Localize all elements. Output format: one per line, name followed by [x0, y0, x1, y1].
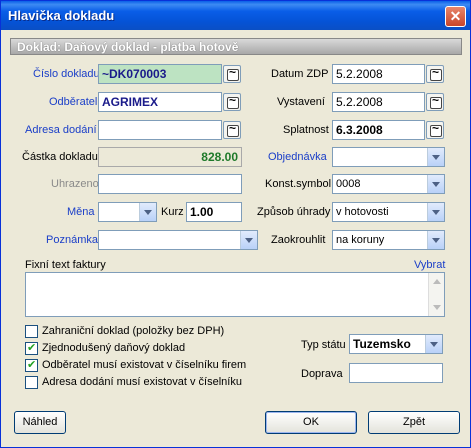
splatnost-label: Splatnost [283, 124, 329, 136]
cislo-dokladu-field[interactable]: ~DK070003 [98, 64, 222, 84]
memo-scrollbar[interactable] [428, 273, 444, 316]
mena-label[interactable]: Měna [67, 206, 95, 218]
objednavka-label[interactable]: Objednávka [268, 151, 327, 163]
zpusob-uhrady-select[interactable]: v hotovosti [332, 202, 445, 222]
mena-select[interactable] [98, 202, 157, 222]
datum-zdp-picker-button[interactable] [426, 65, 444, 83]
vystaveni-picker-button[interactable] [426, 93, 444, 111]
splatnost-field[interactable]: 6.3.2008 [332, 120, 425, 140]
window-title: Hlavička dokladu [8, 8, 115, 23]
konst-symbol-select[interactable]: 0008 [332, 174, 445, 194]
kurz-field[interactable]: 1.00 [186, 202, 242, 222]
typ-statu-value: Tuzemsko [353, 337, 411, 351]
konst-symbol-value: 0008 [336, 178, 361, 190]
castka-dokladu-label: Částka dokladu [22, 151, 98, 163]
zaokrouhlit-label: Zaokrouhlit [271, 234, 326, 246]
nahled-button[interactable]: Náhled [14, 411, 66, 434]
chevron-down-icon[interactable] [427, 175, 444, 193]
scroll-down-icon[interactable] [433, 305, 441, 310]
adresa-existovat-label[interactable]: Adresa dodání musí existovat v číselníku [42, 376, 242, 388]
adresa-dodani-field[interactable] [98, 120, 222, 140]
document-header-bar: Doklad: Daňový doklad - platba hotově [10, 38, 462, 55]
close-icon: ✕ [449, 8, 462, 24]
odberatel-existovat-checkbox[interactable] [25, 358, 38, 372]
zahranicni-label[interactable]: Zahraniční doklad (položky bez DPH) [42, 325, 224, 337]
chevron-down-icon[interactable] [425, 335, 442, 353]
dialog-window: Hlavička dokladu ✕ Doklad: Daňový doklad… [0, 0, 471, 448]
zaokrouhlit-value: na koruny [336, 234, 385, 246]
datum-zdp-field[interactable]: 5.2.2008 [332, 64, 425, 84]
zpusob-uhrady-label: Způsob úhrady [257, 206, 331, 218]
cislo-picker-button[interactable] [223, 65, 241, 83]
kurz-label: Kurz [161, 206, 184, 218]
zjednoduseny-checkbox[interactable] [25, 341, 38, 355]
chevron-down-icon[interactable] [427, 203, 444, 221]
typ-statu-label: Typ státu [301, 339, 346, 351]
zpet-button[interactable]: Zpět [368, 411, 460, 434]
chevron-down-icon[interactable] [139, 203, 156, 221]
zpusob-uhrady-value: v hotovosti [336, 206, 389, 218]
splatnost-picker-button[interactable] [426, 121, 444, 139]
chevron-down-icon[interactable] [240, 231, 257, 249]
nahled-button-label: Náhled [22, 416, 58, 428]
vystaveni-label: Vystavení [277, 96, 325, 108]
adresa-picker-button[interactable] [223, 121, 241, 139]
adresa-dodani-label[interactable]: Adresa dodání [25, 124, 97, 136]
castka-dokladu-field: 828.00 [98, 147, 242, 167]
zpet-button-label: Zpět [402, 416, 425, 428]
doprava-field[interactable] [349, 363, 443, 383]
objednavka-select[interactable] [332, 147, 445, 167]
document-type-label: Doklad: Daňový doklad - platba hotově [17, 40, 239, 54]
datum-zdp-label: Datum ZDP [271, 68, 329, 80]
zjednoduseny-label[interactable]: Zjednodušený daňový doklad [42, 342, 185, 354]
chevron-down-icon[interactable] [427, 231, 444, 249]
uhrazeno-label: Uhrazeno [51, 178, 99, 190]
ok-button[interactable]: OK [265, 411, 357, 434]
doprava-label: Doprava [301, 368, 343, 380]
odberatel-picker-button[interactable] [223, 93, 241, 111]
zahranicni-checkbox[interactable] [25, 325, 38, 338]
konst-symbol-label: Konst.symbol [265, 178, 332, 190]
vybrat-link[interactable]: Vybrat [414, 259, 445, 271]
ok-button-label: OK [303, 416, 319, 428]
odberatel-existovat-label[interactable]: Odběratel musí existovat v číselníku fir… [42, 359, 246, 371]
fixni-text-textarea[interactable] [25, 272, 445, 317]
chevron-down-icon[interactable] [427, 148, 444, 166]
fixni-text-label: Fixní text faktury [25, 259, 106, 271]
odberatel-label[interactable]: Odběratel [49, 96, 97, 108]
title-bar[interactable]: Hlavička dokladu ✕ [1, 1, 470, 30]
vystaveni-field[interactable]: 5.2.2008 [332, 92, 425, 112]
scroll-up-icon[interactable] [433, 279, 441, 284]
zaokrouhlit-select[interactable]: na koruny [332, 230, 445, 250]
odberatel-field[interactable]: AGRIMEX [98, 92, 222, 112]
typ-statu-select[interactable]: Tuzemsko [349, 334, 443, 354]
close-button[interactable]: ✕ [445, 6, 466, 27]
cislo-dokladu-label[interactable]: Číslo dokladu [33, 68, 100, 80]
poznamka-select[interactable] [98, 230, 258, 250]
uhrazeno-field[interactable] [98, 174, 242, 194]
poznamka-label[interactable]: Poznámka [46, 234, 98, 246]
adresa-existovat-checkbox[interactable] [25, 376, 38, 389]
